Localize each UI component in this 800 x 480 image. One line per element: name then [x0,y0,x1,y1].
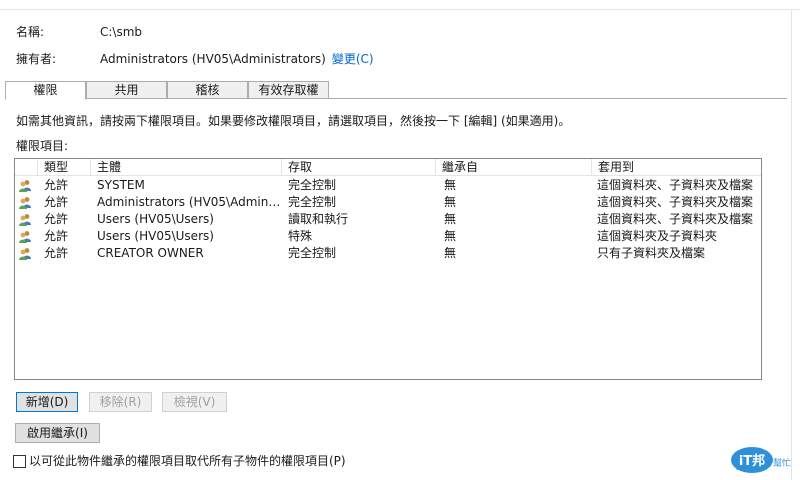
users-group-icon [19,180,31,192]
row-type: 允許 [44,178,69,192]
tab-effective-access[interactable]: 有效存取權 [248,81,329,99]
table-row[interactable]: 允許 Users (HV05\Users) 特殊 無 這個資料夾及子資料夾 [15,228,761,245]
name-label: 名稱: [16,25,45,39]
row-applies-to: 這個資料夾、子資料夾及檔案 [597,195,754,209]
row-type: 允許 [44,246,69,260]
row-principal: Users (HV05\Users) [97,212,214,226]
row-principal: CREATOR OWNER [97,246,204,260]
row-inherited: 無 [444,178,457,192]
watermark-sub: 幫忙 [773,457,791,469]
row-applies-to: 這個資料夾、子資料夾及檔案 [597,212,754,226]
table-row[interactable]: 允許 Administrators (HV05\Administrat... 完… [15,194,761,211]
row-inherited: 無 [444,229,457,243]
row-principal: Administrators (HV05\Administrat... [97,195,282,209]
row-type: 允許 [44,229,69,243]
tab-sharing[interactable]: 共用 [86,81,167,99]
column-access[interactable]: 存取 [282,159,436,176]
column-applies-to[interactable]: 套用到 [592,159,761,176]
row-inherited: 無 [444,212,457,226]
row-principal: SYSTEM [97,178,145,192]
users-group-icon [19,248,31,260]
row-access: 完全控制 [288,178,337,192]
users-group-icon [19,214,31,226]
row-applies-to: 這個資料夾、子資料夾及檔案 [597,178,754,192]
view-button[interactable]: 檢視(V) [162,392,227,412]
tab-permissions[interactable]: 權限 [5,81,86,100]
window-top-edge [0,0,800,10]
row-access: 特殊 [288,229,313,243]
row-access: 完全控制 [288,195,337,209]
table-row[interactable]: 允許 CREATOR OWNER 完全控制 無 只有子資料夾及檔案 [15,245,761,262]
row-inherited: 無 [444,246,457,260]
tab-divider [5,98,787,99]
column-icon[interactable] [15,159,38,176]
window-right-edge [791,10,792,480]
instructions-text: 如需其他資訊，請按兩下權限項目。如果要修改權限項目，請選取項目，然後按一下 [編… [16,114,571,128]
name-value: C:\smb [100,25,143,39]
users-group-icon [19,231,31,243]
watermark-brand: iT邦 [739,453,765,469]
permission-entries-list[interactable]: 類型 主體 存取 繼承自 套用到 允許 SYSTEM 完全控制 無 這個資料夾、… [14,158,762,380]
row-inherited: 無 [444,195,457,209]
owner-value-wrap: Administrators (HV05\Administrators) 變更(C… [100,51,374,67]
change-owner-link[interactable]: 變更(C) [332,52,374,66]
table-row[interactable]: 允許 SYSTEM 完全控制 無 這個資料夾、子資料夾及檔案 [15,177,761,194]
enable-inheritance-button[interactable]: 啟用繼承(I) [15,423,100,443]
owner-value: Administrators (HV05\Administrators) [100,52,326,66]
row-type: 允許 [44,195,69,209]
row-principal: Users (HV05\Users) [97,229,214,243]
ithome-watermark-logo: iT邦 幫忙 [731,447,791,473]
owner-label: 擁有者: [16,52,57,66]
column-inherited-from[interactable]: 繼承自 [436,159,592,176]
advanced-security-settings: 名稱: C:\smb 擁有者: Administrators (HV05\Adm… [0,0,800,480]
replace-child-permissions-label[interactable]: 以可從此物件繼承的權限項目取代所有子物件的權限項目(P) [29,453,346,469]
remove-button[interactable]: 移除(R) [89,392,152,412]
add-button[interactable]: 新增(D) [16,392,78,412]
permission-entries-label: 權限項目: [16,139,69,153]
tab-auditing[interactable]: 稽核 [167,81,248,99]
row-type: 允許 [44,212,69,226]
column-type[interactable]: 類型 [38,159,91,176]
row-applies-to: 只有子資料夾及檔案 [597,246,706,260]
replace-child-permissions-checkbox[interactable] [13,455,26,468]
column-principal[interactable]: 主體 [91,159,282,176]
row-access: 完全控制 [288,246,337,260]
row-access: 讀取和執行 [288,212,349,226]
users-group-icon [19,197,31,209]
table-row[interactable]: 允許 Users (HV05\Users) 讀取和執行 無 這個資料夾、子資料夾… [15,211,761,228]
list-header: 類型 主體 存取 繼承自 套用到 [15,159,761,176]
row-applies-to: 這個資料夾及子資料夾 [597,229,718,243]
